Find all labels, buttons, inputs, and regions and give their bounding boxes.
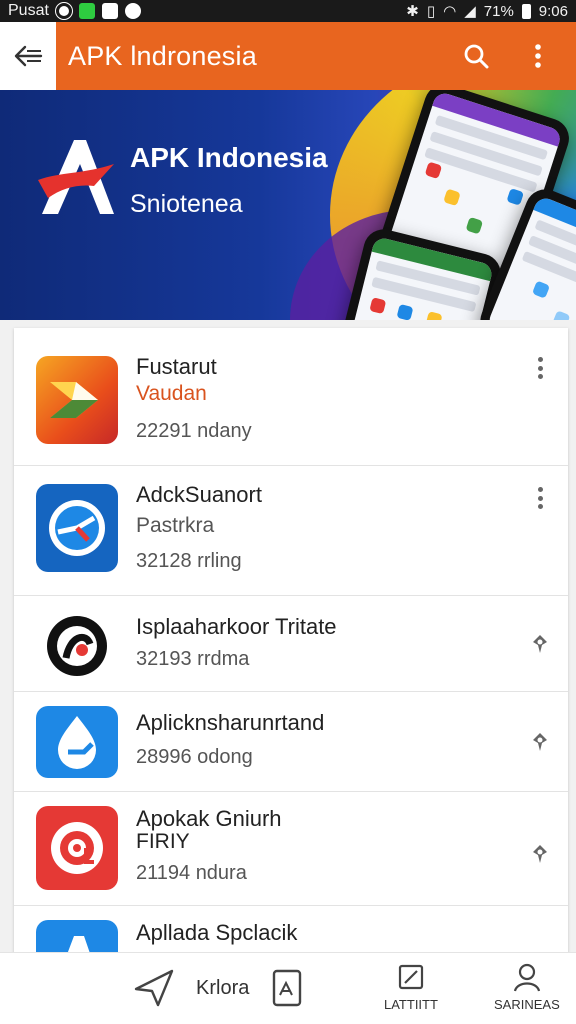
profile-icon	[513, 963, 540, 992]
pin-icon[interactable]	[528, 632, 552, 656]
carrier-label: Pusat	[8, 2, 49, 19]
app-title: APK lndronesia	[68, 40, 257, 71]
status-bar: Pusat ✱ ▯ ◠ ◢ 71% 9:06	[0, 0, 576, 22]
app-name: Apllada Spclacik	[136, 920, 298, 945]
bottom-navigation: Krlora LATTIITT SARINEAS	[0, 952, 576, 1024]
nav-updates-button[interactable]: LATTIITT	[384, 961, 438, 1012]
edit-icon	[398, 964, 424, 990]
nav-send-button[interactable]	[132, 965, 176, 1009]
overflow-menu-icon[interactable]	[530, 484, 550, 512]
app-name: Apokak Gniurh	[136, 806, 282, 831]
wifi-icon: ◠	[443, 3, 457, 20]
app-bar: APK lndronesia	[0, 22, 576, 90]
list-item[interactable]: Apllada Spclacik	[14, 906, 568, 958]
nav-profile-label: SARINEAS	[494, 997, 560, 1012]
pin-icon[interactable]	[528, 730, 552, 754]
battery-icon	[521, 3, 531, 19]
bluetooth-icon: ✱	[406, 3, 419, 20]
app-downloads: 21194 ndura	[136, 862, 247, 884]
pin-icon[interactable]	[528, 842, 552, 866]
app-developer: Pastrkra	[136, 514, 215, 537]
app-developer: Vaudan	[136, 382, 207, 405]
nav-profile-button[interactable]: SARINEAS	[494, 961, 560, 1012]
app-icon	[36, 356, 118, 444]
list-item[interactable]: Apokak Gniurh FIRIY 21194 ndura	[14, 792, 568, 906]
search-button[interactable]	[456, 36, 496, 76]
app-name: AdckSuanort	[136, 482, 262, 507]
image-notification-icon	[101, 3, 118, 19]
app-name: Fustarut	[136, 354, 217, 379]
app-icon	[36, 706, 118, 778]
list-item[interactable]: Isplaaharkoor Tritate 32193 rrdma	[14, 596, 568, 692]
app-icon	[36, 806, 118, 890]
document-icon	[272, 969, 302, 1007]
back-arrow-icon	[14, 45, 43, 67]
battery-percent: 71%	[483, 2, 514, 20]
app-icon	[36, 608, 118, 684]
overflow-menu-icon[interactable]	[530, 354, 550, 382]
nav-updates-label: LATTIITT	[384, 997, 438, 1012]
app-downloads: 22291 ndany	[136, 420, 252, 442]
list-item[interactable]: Aplicknsharunrtand 28996 odong	[14, 692, 568, 792]
clock: 9:06	[538, 2, 568, 20]
overflow-menu-button[interactable]	[518, 36, 558, 76]
nav-document-button[interactable]	[270, 965, 306, 1009]
app-name: Aplicknsharunrtand	[136, 710, 325, 735]
banner-subtitle: Sniotenea	[130, 190, 243, 218]
back-button[interactable]	[0, 22, 56, 90]
featured-banner[interactable]: APK Indonesia Sniotenea	[0, 90, 576, 320]
app-downloads: 32128 rrling	[136, 550, 242, 572]
send-icon	[134, 969, 174, 1007]
app-icon	[36, 484, 118, 572]
signal-icon: ◢	[464, 3, 476, 20]
vibrate-icon: ▯	[426, 3, 436, 20]
app-name: Isplaaharkoor Tritate	[136, 614, 337, 639]
nav-label: Krlora	[196, 977, 250, 999]
list-item[interactable]: AdckSuanort Pastrkra 32128 rrling	[14, 466, 568, 596]
banner-title: APK Indonesia	[130, 142, 328, 173]
apk-indonesia-logo	[38, 140, 114, 214]
overflow-menu-icon	[535, 44, 541, 68]
app-downloads: 28996 odong	[136, 746, 253, 768]
whatsapp-icon	[54, 2, 73, 20]
list-item[interactable]: Fustarut Vaudan 22291 ndany	[14, 328, 568, 466]
search-icon	[464, 44, 489, 69]
chat-notification-icon	[78, 3, 95, 19]
alarm-icon	[124, 3, 141, 19]
app-list: Fustarut Vaudan 22291 ndany AdckSuanort …	[14, 328, 568, 958]
app-developer: FIRIY	[136, 830, 190, 853]
app-downloads: 32193 rrdma	[136, 648, 250, 670]
